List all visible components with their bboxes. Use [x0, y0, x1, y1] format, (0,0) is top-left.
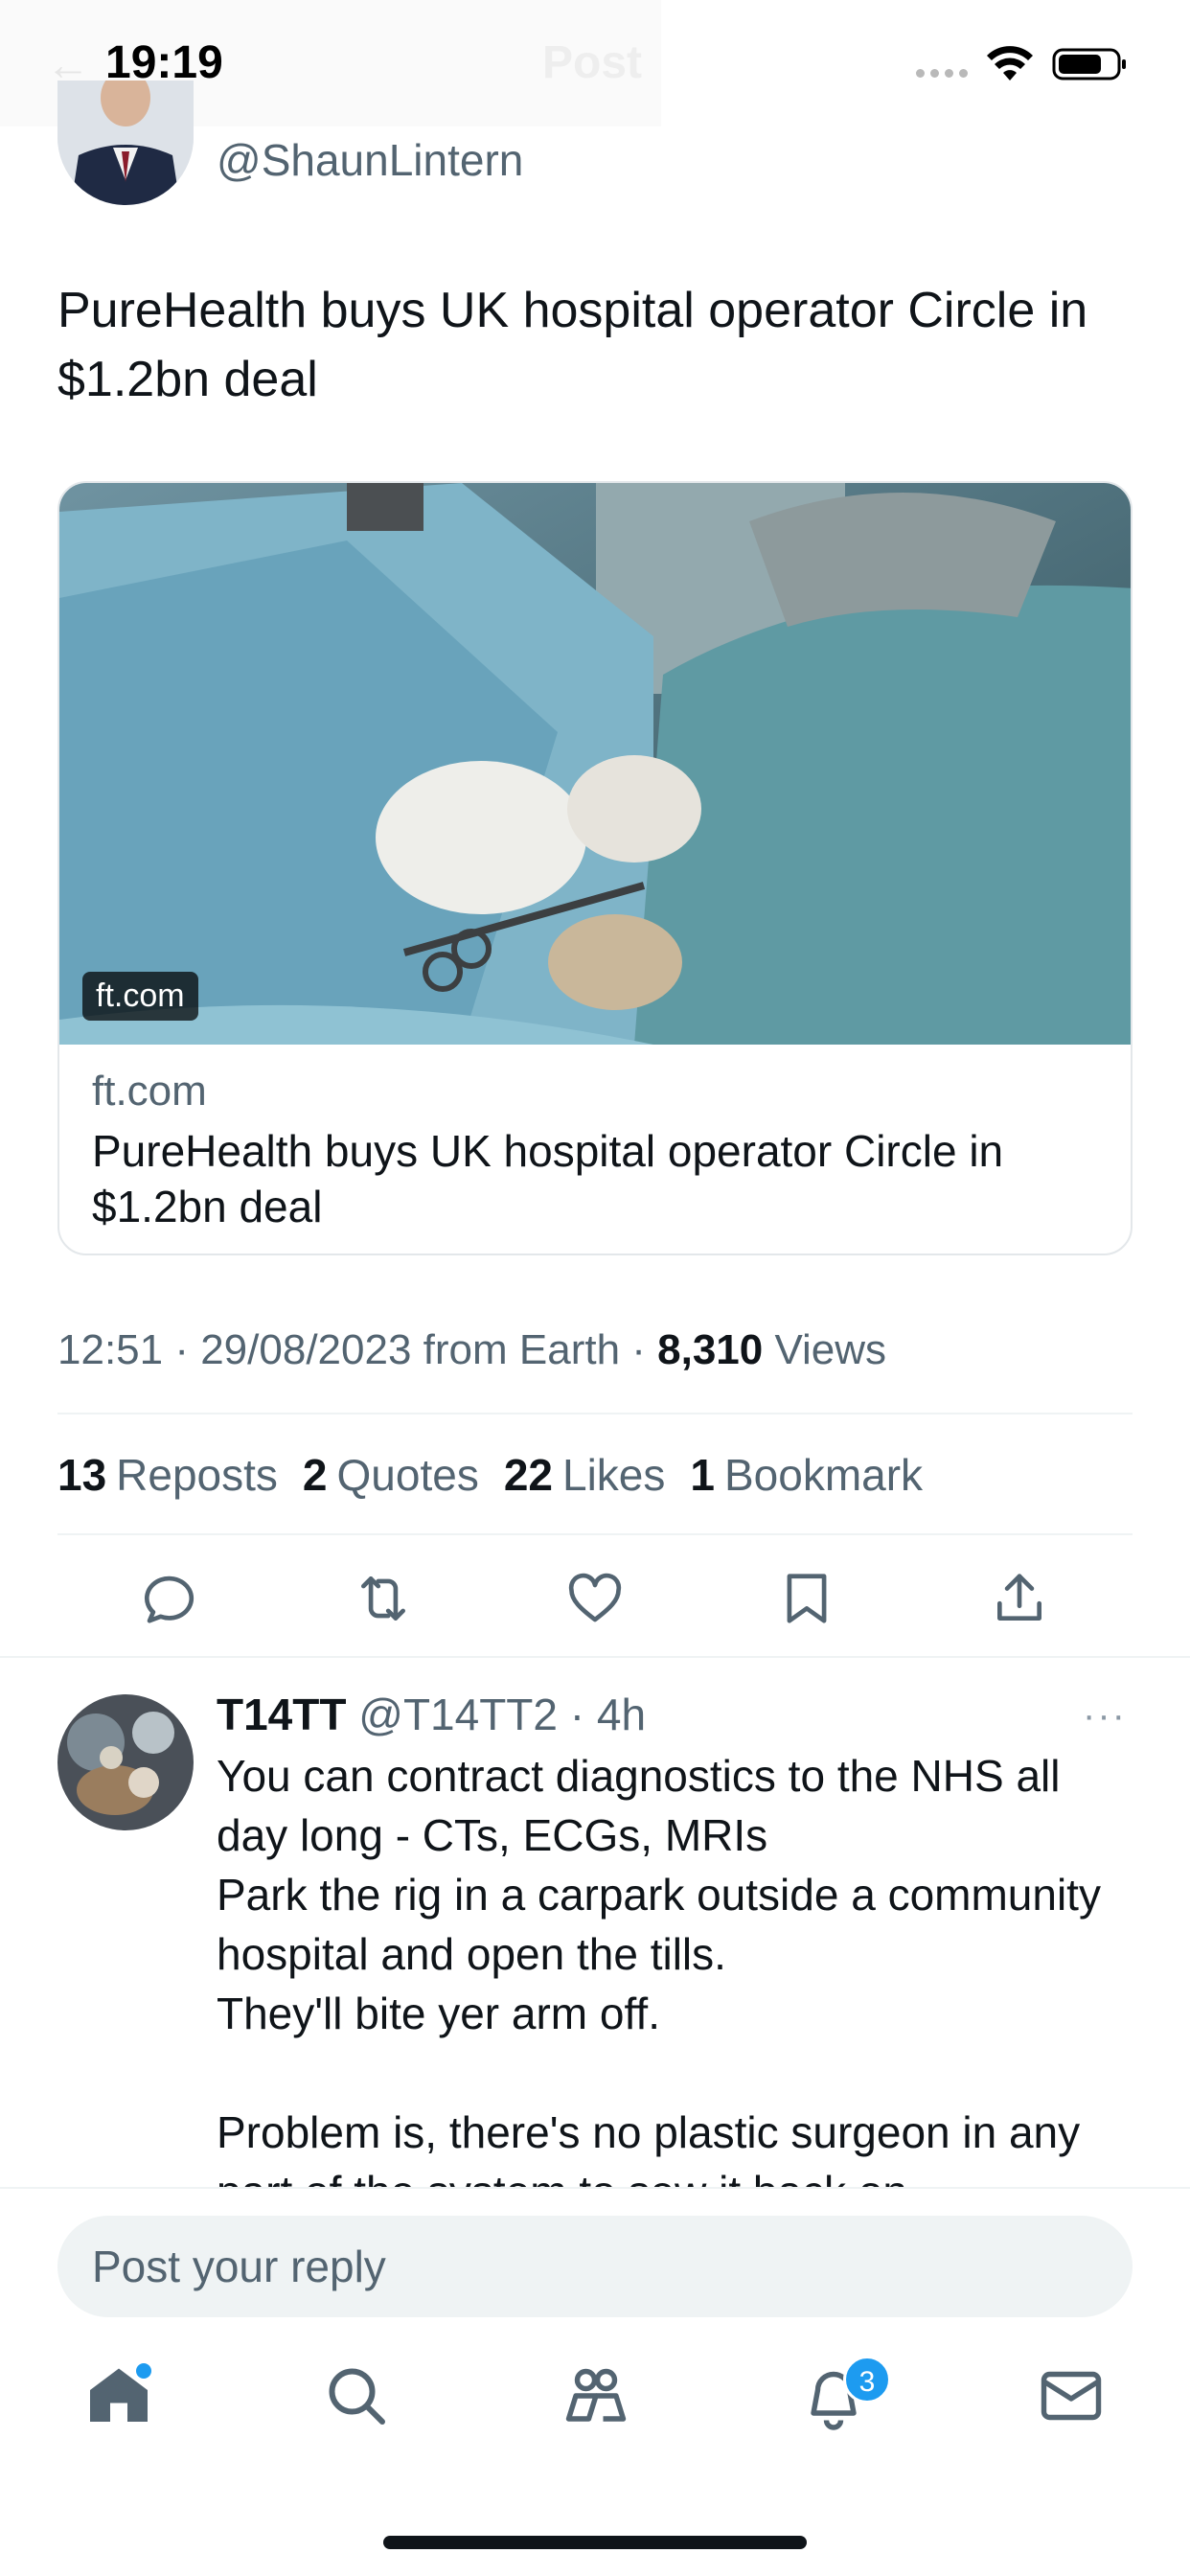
home-unread-dot	[136, 2363, 151, 2379]
card-title: PureHealth buys UK hospital operator Cir…	[92, 1126, 1004, 1231]
share-icon[interactable]	[981, 1560, 1058, 1637]
author-avatar[interactable]	[57, 80, 194, 205]
bottom-area: Post your reply	[0, 2187, 1190, 2576]
bookmarks-stat[interactable]: 1 Bookmark	[690, 1449, 923, 1501]
home-indicator[interactable]	[383, 2536, 807, 2549]
card-image-source-badge: ft.com	[82, 972, 198, 1021]
reply-avatar[interactable]	[57, 1694, 194, 1830]
reposts-stat[interactable]: 13 Reposts	[57, 1449, 278, 1501]
divider	[57, 1533, 1133, 1535]
more-options-icon[interactable]: ···	[1083, 1694, 1127, 1737]
wifi-icon	[987, 46, 1033, 80]
card-domain: ft.com	[92, 1068, 207, 1115]
author-handle[interactable]: @ShaunLintern	[217, 134, 523, 186]
reply-header: T14TT @T14TT2 · 4h	[217, 1689, 646, 1740]
notification-count-badge: 3	[843, 2356, 891, 2404]
reply-author-name[interactable]: T14TT	[217, 1690, 346, 1739]
views-label: Views	[763, 1326, 887, 1373]
tab-bar	[0, 2358, 1190, 2453]
link-preview-card[interactable]: ft.com ft.com PureHealth buys UK hospita…	[57, 481, 1133, 1255]
header-title: Post	[542, 37, 643, 88]
divider	[0, 1656, 1190, 1658]
messages-icon[interactable]	[1033, 2358, 1110, 2434]
reply-icon[interactable]	[132, 1560, 209, 1637]
like-icon[interactable]	[557, 1560, 633, 1637]
reply-handle-time[interactable]: @T14TT2 · 4h	[346, 1690, 646, 1739]
cellular-signal-icon	[916, 69, 968, 78]
views-count: 8,310	[657, 1326, 764, 1373]
repost-icon[interactable]	[345, 1560, 422, 1637]
reply-input[interactable]: Post your reply	[57, 2216, 1133, 2317]
search-icon[interactable]	[318, 2358, 395, 2434]
bookmark-icon[interactable]	[768, 1560, 845, 1637]
likes-stat[interactable]: 22 Likes	[504, 1449, 666, 1501]
tweet-meta: 12:51 · 29/08/2023 from Earth · 8,310 Vi…	[57, 1326, 886, 1374]
battery-icon	[1052, 48, 1126, 80]
quotes-stat[interactable]: 2 Quotes	[303, 1449, 479, 1501]
card-image[interactable]: ft.com	[59, 483, 1131, 1045]
reply-text: You can contract diagnostics to the NHS …	[217, 1751, 1101, 2189]
communities-icon[interactable]	[558, 2358, 634, 2434]
divider	[57, 1413, 1133, 1414]
action-bar	[0, 1560, 1190, 1637]
tweet-timestamp: 12:51 · 29/08/2023 from Earth ·	[57, 1326, 658, 1373]
engagement-stats: 13 Reposts 2 Quotes 22 Likes 1 Bookmark	[57, 1449, 923, 1501]
tweet-text: PureHealth buys UK hospital operator Cir…	[57, 283, 1088, 407]
